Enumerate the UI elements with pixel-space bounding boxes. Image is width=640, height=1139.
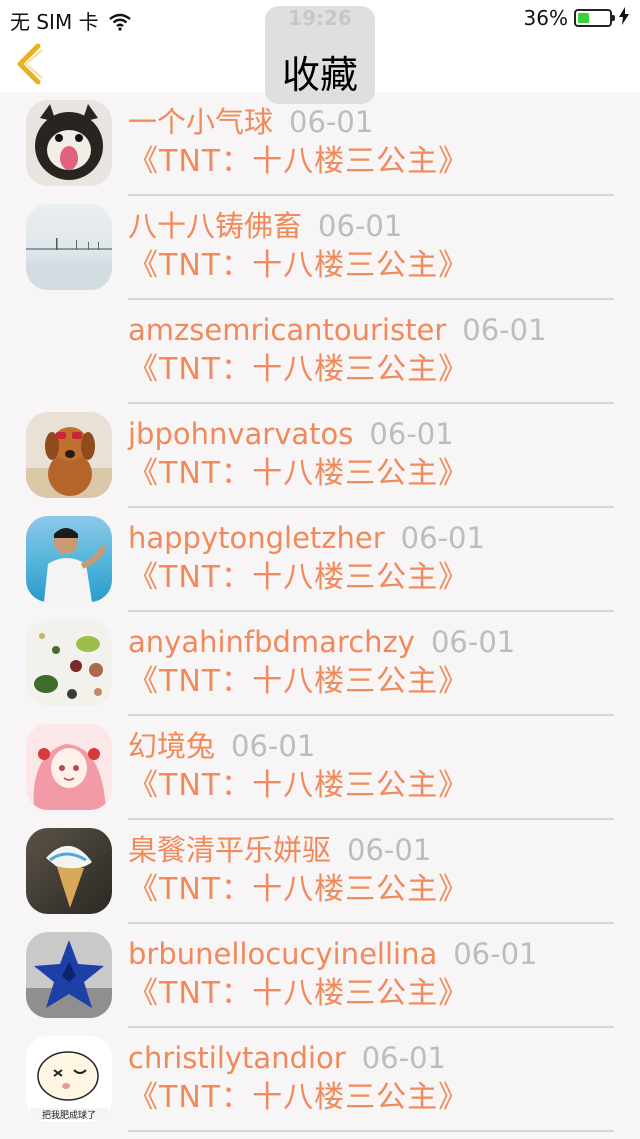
- avatar[interactable]: [26, 516, 112, 602]
- battery-tip: [612, 15, 615, 21]
- book-title[interactable]: 《TNT：十八楼三公主》: [128, 142, 614, 182]
- book-title[interactable]: 《TNT：十八楼三公主》: [128, 870, 614, 910]
- row-text: happytongletzher 06-01 《TNT：十八楼三公主》: [128, 518, 614, 598]
- book-title[interactable]: 《TNT：十八楼三公主》: [128, 454, 614, 494]
- item-date: 06-01: [453, 937, 538, 971]
- battery-percent: 36%: [523, 6, 568, 30]
- list-item[interactable]: 一个小气球 06-01 《TNT：十八楼三公主》: [0, 92, 640, 196]
- list-item[interactable]: jbpohnvarvatos 06-01 《TNT：十八楼三公主》: [0, 404, 640, 508]
- item-date: 06-01: [400, 521, 485, 555]
- row-text: amzsemricantourister 06-01 《TNT：十八楼三公主》: [128, 310, 614, 390]
- avatar[interactable]: [26, 308, 112, 394]
- name-line: anyahinfbdmarchzy 06-01: [128, 622, 614, 662]
- name-line: jbpohnvarvatos 06-01: [128, 414, 614, 454]
- list-item[interactable]: brbunellocucyinellina 06-01 《TNT：十八楼三公主》: [0, 924, 640, 1028]
- page-title: 收藏: [281, 53, 358, 97]
- book-title[interactable]: 《TNT：十八楼三公主》: [128, 558, 614, 598]
- battery-fill: [578, 13, 589, 23]
- list-item[interactable]: happytongletzher 06-01 《TNT：十八楼三公主》: [0, 508, 640, 612]
- avatar[interactable]: [26, 204, 112, 290]
- list-item[interactable]: 臬餮清平乐姘驱 06-01 《TNT：十八楼三公主》: [0, 820, 640, 924]
- item-date: 06-01: [369, 417, 454, 451]
- name-line: 一个小气球 06-01: [128, 102, 614, 142]
- nav-bar: 收藏: [0, 6, 640, 104]
- name-line: 幻境兔 06-01: [128, 726, 614, 766]
- row-text: 一个小气球 06-01 《TNT：十八楼三公主》: [128, 102, 614, 182]
- user-name[interactable]: christilytandior: [128, 1041, 346, 1075]
- name-line: amzsemricantourister 06-01: [128, 310, 614, 350]
- name-line: 臬餮清平乐姘驱 06-01: [128, 830, 614, 870]
- row-text: christilytandior 06-01 《TNT：十八楼三公主》: [128, 1038, 614, 1118]
- name-line: 八十八铸佛畜 06-01: [128, 206, 614, 246]
- avatar[interactable]: [26, 932, 112, 1018]
- battery-icon: [574, 9, 615, 27]
- book-title[interactable]: 《TNT：十八楼三公主》: [128, 662, 614, 702]
- item-date: 06-01: [430, 625, 516, 659]
- avatar[interactable]: 把我肥成球了: [26, 1036, 112, 1122]
- row-text: 八十八铸佛畜 06-01 《TNT：十八楼三公主》: [128, 206, 614, 286]
- item-date: 06-01: [361, 1041, 446, 1075]
- avatar[interactable]: [26, 828, 112, 914]
- row-text: 幻境兔 06-01 《TNT：十八楼三公主》: [128, 726, 614, 806]
- user-name[interactable]: happytongletzher: [128, 521, 385, 555]
- favorites-list: 一个小气球 06-01 《TNT：十八楼三公主》 八十八铸佛畜 06-01 《TNT：十八…: [0, 92, 640, 1132]
- book-title[interactable]: 《TNT：十八楼三公主》: [128, 974, 614, 1014]
- name-line: christilytandior 06-01: [128, 1038, 614, 1078]
- user-name[interactable]: 一个小气球: [128, 105, 273, 139]
- avatar[interactable]: [26, 724, 112, 810]
- list-item[interactable]: anyahinfbdmarchzy 06-01 《TNT：十八楼三公主》: [0, 612, 640, 716]
- name-line: happytongletzher 06-01: [128, 518, 614, 558]
- item-date: 06-01: [462, 313, 547, 347]
- list-item[interactable]: 把我肥成球了 christilytandior 06-01 《TNT：十八楼三公主》: [0, 1028, 640, 1132]
- list-item[interactable]: amzsemricantourister 06-01 《TNT：十八楼三公主》: [0, 300, 640, 404]
- item-date: 06-01: [318, 209, 403, 243]
- avatar[interactable]: [26, 412, 112, 498]
- user-name[interactable]: amzsemricantourister: [128, 313, 446, 347]
- row-text: jbpohnvarvatos 06-01 《TNT：十八楼三公主》: [128, 414, 614, 494]
- list-item[interactable]: 八十八铸佛畜 06-01 《TNT：十八楼三公主》: [0, 196, 640, 300]
- row-text: anyahinfbdmarchzy 06-01 《TNT：十八楼三公主》: [128, 622, 614, 702]
- user-name[interactable]: brbunellocucyinellina: [128, 937, 437, 971]
- book-title[interactable]: 《TNT：十八楼三公主》: [128, 1078, 614, 1118]
- row-text: 臬餮清平乐姘驱 06-01 《TNT：十八楼三公主》: [128, 830, 614, 910]
- avatar[interactable]: [26, 100, 112, 186]
- status-right: 36%: [524, 6, 630, 30]
- book-title[interactable]: 《TNT：十八楼三公主》: [128, 246, 614, 286]
- item-date: 06-01: [347, 833, 432, 867]
- item-date: 06-01: [289, 105, 374, 139]
- divider: [128, 1130, 614, 1132]
- user-name[interactable]: 臬餮清平乐姘驱: [128, 833, 331, 867]
- user-name[interactable]: 八十八铸佛畜: [128, 209, 302, 243]
- row-text: brbunellocucyinellina 06-01 《TNT：十八楼三公主》: [128, 934, 614, 1014]
- book-title[interactable]: 《TNT：十八楼三公主》: [128, 766, 614, 806]
- item-date: 06-01: [231, 729, 316, 763]
- book-title[interactable]: 《TNT：十八楼三公主》: [128, 350, 614, 390]
- name-line: brbunellocucyinellina 06-01: [128, 934, 614, 974]
- user-name[interactable]: anyahinfbdmarchzy: [128, 625, 415, 659]
- list-item[interactable]: 幻境兔 06-01 《TNT：十八楼三公主》: [0, 716, 640, 820]
- user-name[interactable]: 幻境兔: [128, 729, 215, 763]
- user-name[interactable]: jbpohnvarvatos: [128, 417, 353, 451]
- avatar[interactable]: [26, 620, 112, 706]
- charging-icon: [618, 6, 630, 30]
- avatar-caption: 把我肥成球了: [42, 1109, 96, 1121]
